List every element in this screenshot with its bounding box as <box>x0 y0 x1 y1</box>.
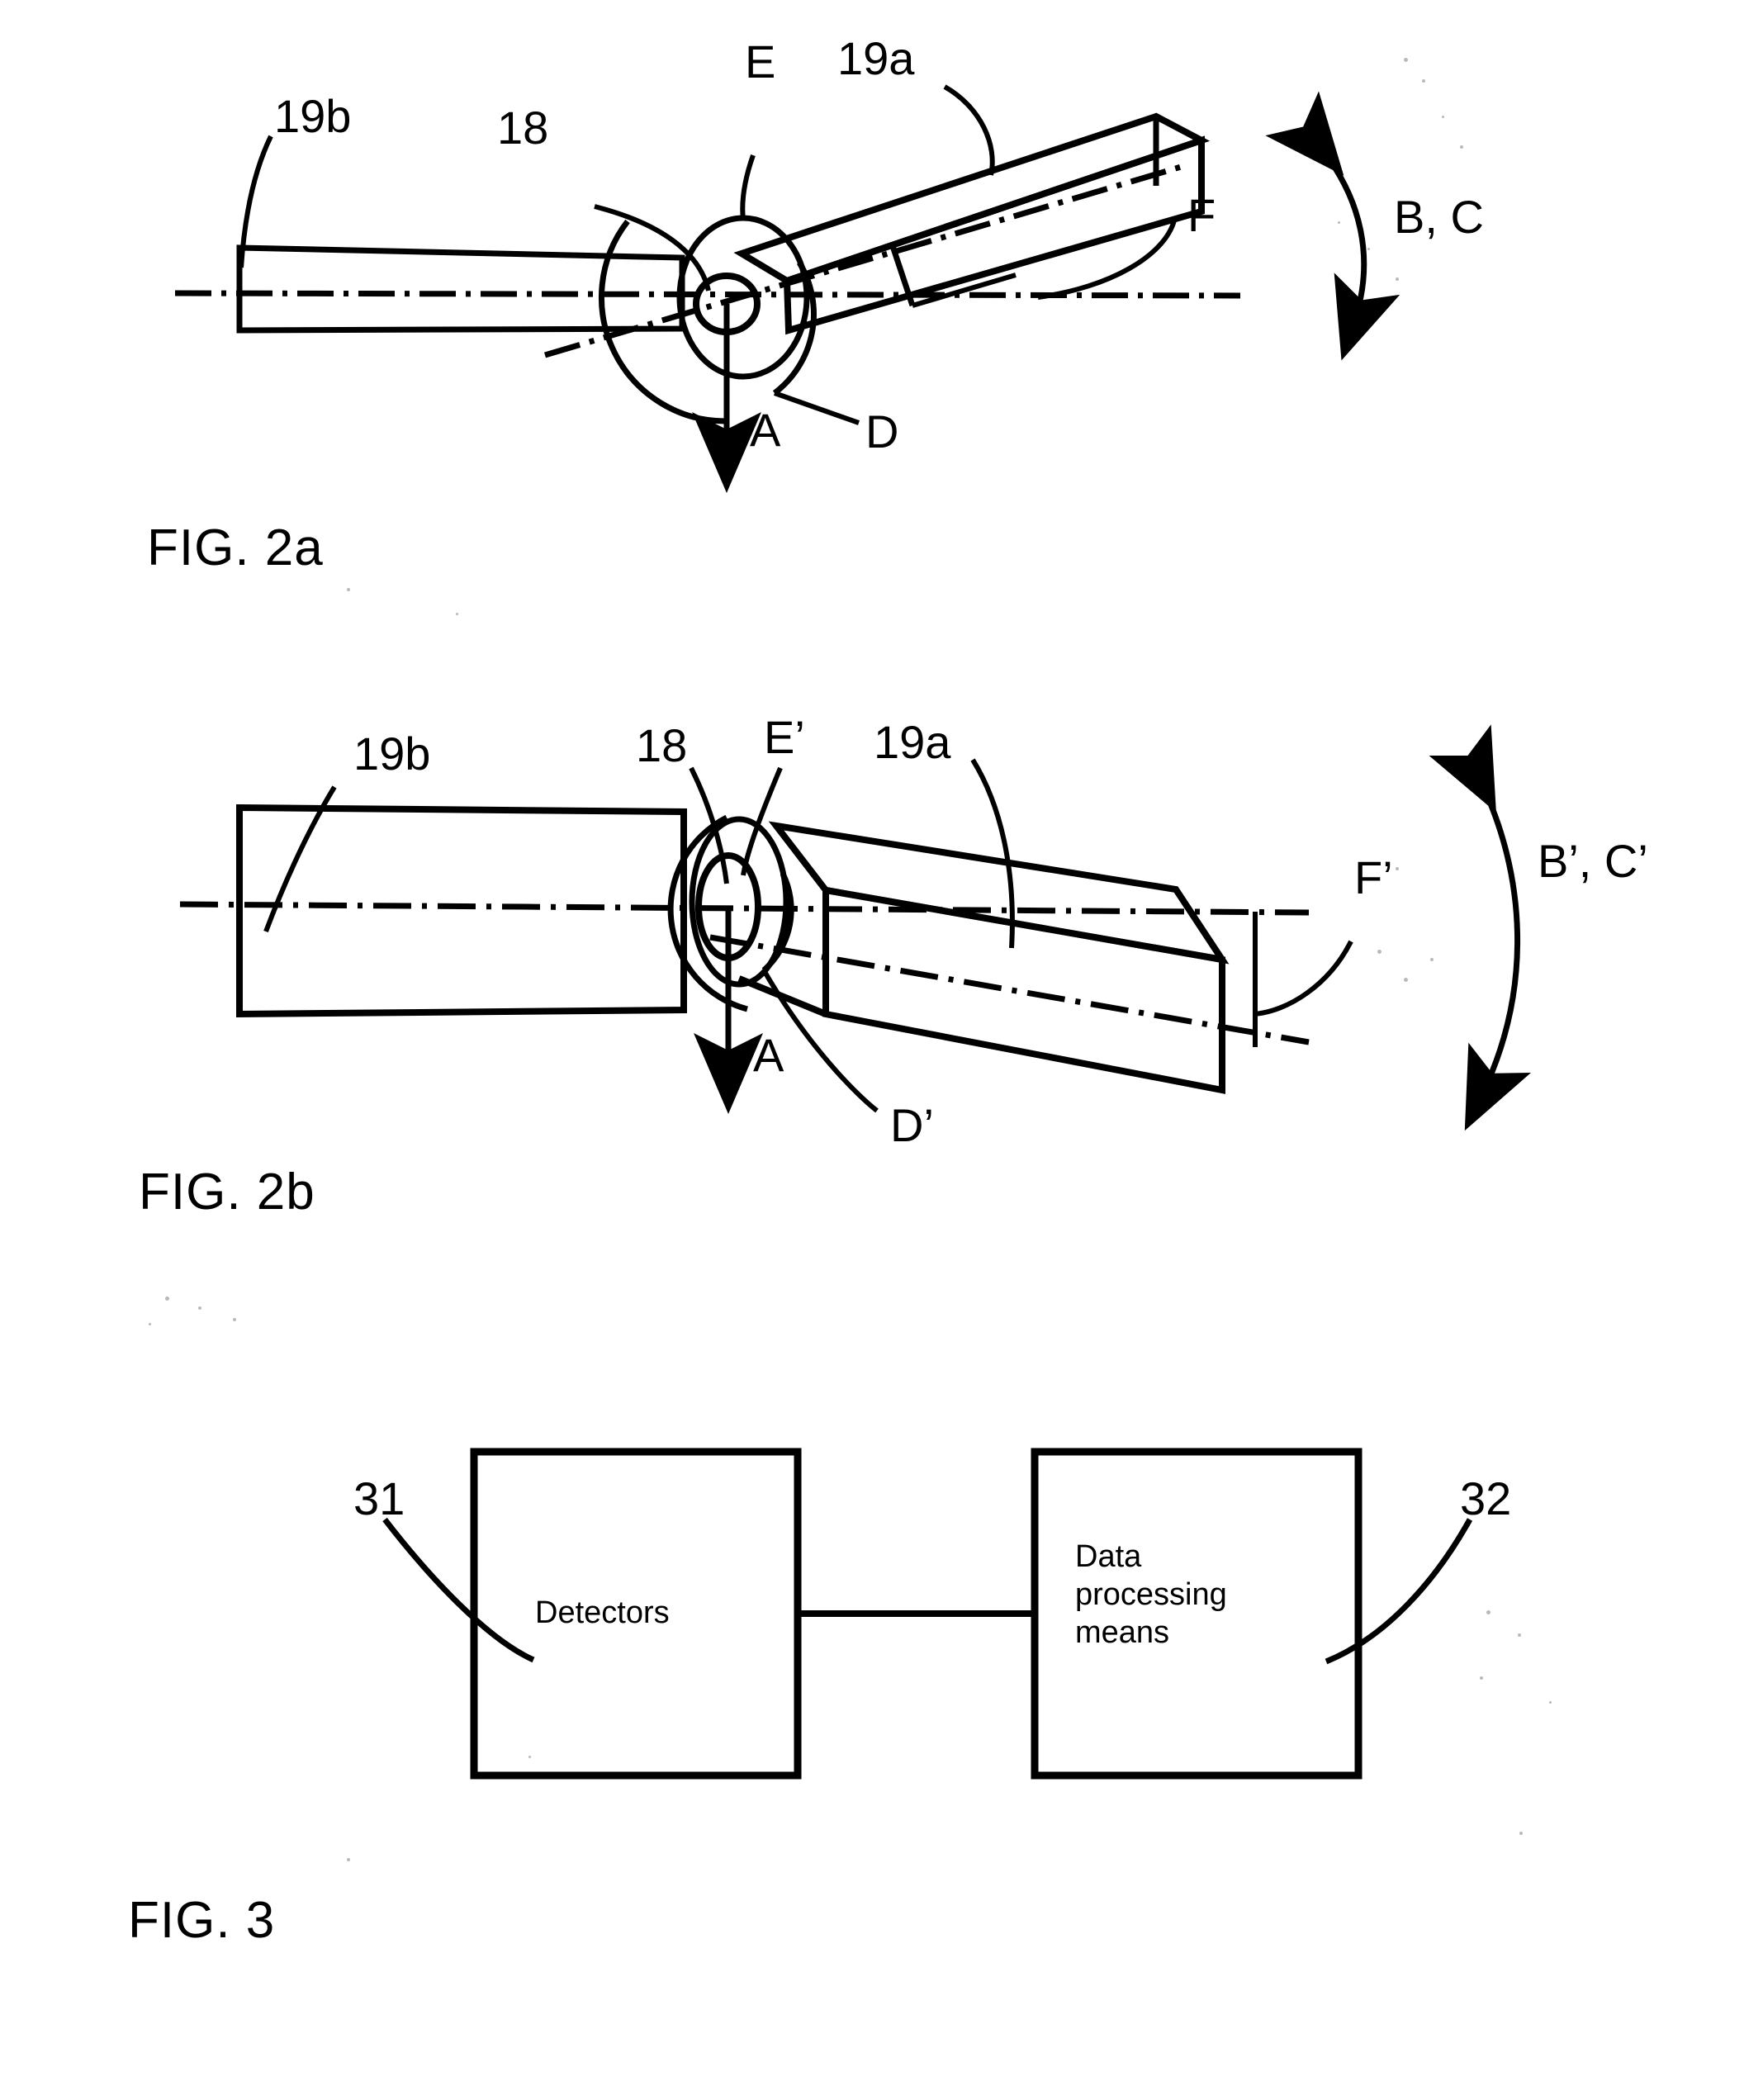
fig2a-label-BC: B, C <box>1394 191 1484 243</box>
fig2a-label-19b: 19b <box>274 90 352 142</box>
fig2a-leader-e <box>740 154 756 220</box>
fig2b-label-18: 18 <box>636 719 688 771</box>
fig2a-leader-f <box>1037 220 1177 300</box>
fig2a-angle-arcs-d <box>598 219 817 424</box>
fig2a-label-F: F <box>1187 189 1216 241</box>
fig2a-bar-19b <box>236 244 685 334</box>
drawing-canvas <box>174 84 1532 1780</box>
fig2b-label-BC-prime: B’, C’ <box>1538 835 1648 887</box>
fig2b-leader-f <box>1253 940 1353 1017</box>
fig2a-axis-horizontal <box>174 290 1241 299</box>
fig3-label-32: 32 <box>1460 1472 1512 1524</box>
fig2a-label-19a: 19a <box>837 32 915 84</box>
fig-2b-linework <box>179 724 1532 1131</box>
fig2b-label-D-prime: D’ <box>890 1099 934 1151</box>
fig2b-caption: FIG. 2b <box>139 1164 315 1221</box>
fig2a-label-E: E <box>745 36 776 88</box>
patent-drawing-sheet: 19b 18 E 19a F A D B, C 19b 18 E’ 19a F’… <box>0 0 1763 2100</box>
fig2b-bar-19a <box>737 821 1230 1094</box>
fig2b-rotation-arc-bc <box>1429 724 1532 1131</box>
fig2a-label-D: D <box>865 405 899 457</box>
fig3-leader-31 <box>382 1517 535 1663</box>
fig3-label-31: 31 <box>353 1472 405 1524</box>
fig2b-label-A: A <box>753 1029 784 1081</box>
fig2b-label-F-prime: F’ <box>1354 851 1393 903</box>
fig3-caption: FIG. 3 <box>128 1892 276 1949</box>
fig3-block-title-data-processing: Data processing means <box>1075 1539 1227 1650</box>
fig2a-rotation-arc-bc <box>1265 91 1400 361</box>
fig2b-label-19b: 19b <box>353 728 431 780</box>
fig2a-leader-19a <box>943 84 995 176</box>
fig2b-axis-horizontal <box>179 901 1310 916</box>
fig-2a-linework <box>174 84 1400 493</box>
fig2a-caption: FIG. 2a <box>147 519 324 576</box>
fig2b-label-19a: 19a <box>874 716 951 768</box>
fig2a-label-18: 18 <box>497 102 549 154</box>
fig3-block-title-detectors: Detectors <box>535 1595 670 1630</box>
fig2a-label-A: A <box>750 404 781 456</box>
fig3-leader-32 <box>1325 1518 1473 1665</box>
fig2b-label-E-prime: E’ <box>764 711 805 763</box>
fig2a-leader-d <box>773 391 860 425</box>
